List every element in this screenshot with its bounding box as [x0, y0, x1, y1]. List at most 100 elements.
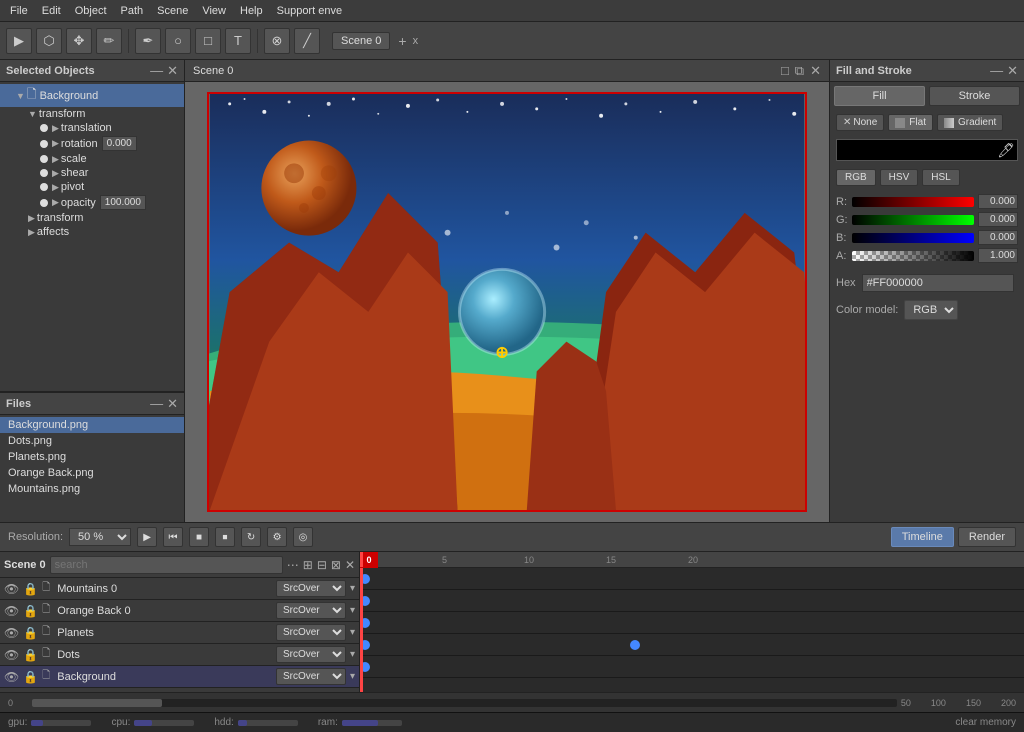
- tl-layer-planets[interactable]: 👁 🔒 🗋 Planets SrcOver ▾: [0, 622, 359, 644]
- menu-help[interactable]: Help: [234, 3, 269, 19]
- effects-arrow[interactable]: ▶: [28, 227, 35, 238]
- tree-item-transform[interactable]: ▼ transform: [0, 107, 184, 121]
- menu-scene[interactable]: Scene: [151, 3, 194, 19]
- file-planets[interactable]: Planets.png: [0, 449, 184, 465]
- file-mountains[interactable]: Mountains.png: [0, 481, 184, 497]
- tl-layer-mountains[interactable]: 👁 🔒 🗋 Mountains 0 SrcOver ▾: [0, 578, 359, 600]
- render-button[interactable]: Render: [958, 527, 1016, 547]
- tl-more-icon[interactable]: ⋯: [287, 558, 299, 572]
- minimize-icon[interactable]: —: [150, 63, 163, 79]
- tree-item-translation[interactable]: ▶ translation: [0, 121, 184, 135]
- r-slider[interactable]: [852, 197, 974, 207]
- hsl-tab[interactable]: HSL: [922, 169, 959, 186]
- file-dots[interactable]: Dots.png: [0, 433, 184, 449]
- tl-layer-dots[interactable]: 👁 🔒 🗋 Dots SrcOver ▾: [0, 644, 359, 666]
- blend-arrow-dots[interactable]: ▾: [350, 649, 355, 660]
- loop-button[interactable]: ↻: [241, 527, 261, 547]
- node-tool[interactable]: ⬡: [36, 28, 62, 54]
- tl-close-icon[interactable]: ✕: [345, 558, 355, 572]
- clear-memory-button[interactable]: clear memory: [955, 717, 1016, 728]
- opacity-arrow[interactable]: ▶: [52, 197, 59, 208]
- maximize-icon[interactable]: □: [781, 63, 789, 79]
- rotation-value[interactable]: 0.000: [102, 136, 137, 151]
- files-close-icon[interactable]: ✕: [167, 396, 178, 412]
- tl-expand-icon[interactable]: ⊞: [303, 558, 313, 572]
- circle-tool[interactable]: ○: [165, 28, 191, 54]
- menu-file[interactable]: File: [4, 3, 34, 19]
- none-btn[interactable]: ✕ None: [836, 114, 884, 131]
- paint-tool[interactable]: ╱: [294, 28, 320, 54]
- g-slider[interactable]: [852, 215, 974, 225]
- target-tool[interactable]: ⊗: [264, 28, 290, 54]
- keyframe-dots-1[interactable]: [630, 640, 640, 650]
- file-background[interactable]: Background.png: [0, 417, 184, 433]
- menu-object[interactable]: Object: [69, 3, 113, 19]
- close-scene-button[interactable]: x: [413, 35, 419, 47]
- te-arrow[interactable]: ▶: [28, 213, 35, 224]
- float-icon[interactable]: ⧉: [795, 63, 804, 79]
- blend-arrow-bg[interactable]: ▾: [350, 671, 355, 682]
- blend-background[interactable]: SrcOver: [276, 668, 346, 685]
- color-preview[interactable]: 🖊: [836, 139, 1018, 161]
- b-slider[interactable]: [852, 233, 974, 243]
- tree-item-shear[interactable]: ▶ shear: [0, 166, 184, 180]
- canvas-tab[interactable]: Scene 0: [193, 65, 233, 77]
- tl-layer-background[interactable]: 👁 🔒 🗋 Background SrcOver ▾: [0, 666, 359, 688]
- translation-arrow[interactable]: ▶: [52, 123, 59, 134]
- pencil-tool[interactable]: ✒: [135, 28, 161, 54]
- settings-button[interactable]: ⚙: [267, 527, 287, 547]
- r-value-input[interactable]: [978, 194, 1018, 209]
- close-icon[interactable]: ✕: [167, 63, 178, 79]
- a-slider[interactable]: [852, 251, 974, 261]
- rect-tool[interactable]: □: [195, 28, 221, 54]
- canvas-viewport[interactable]: ⊕: [185, 82, 829, 522]
- add-scene-button[interactable]: +: [398, 33, 406, 49]
- files-minimize-icon[interactable]: —: [150, 396, 163, 412]
- blend-orange[interactable]: SrcOver: [276, 602, 346, 619]
- tree-item-background[interactable]: ▼ 🗋 Background: [0, 84, 184, 107]
- timeline-button[interactable]: Timeline: [891, 527, 954, 547]
- tree-item-pivot[interactable]: ▶ pivot: [0, 180, 184, 194]
- record-button[interactable]: ■: [189, 527, 209, 547]
- pen-tool[interactable]: ✏: [96, 28, 122, 54]
- visibility-icon-planets[interactable]: 👁: [4, 626, 19, 640]
- tree-item-transform-effects[interactable]: ▶ transform: [0, 211, 184, 225]
- render-settings-button[interactable]: ◎: [293, 527, 313, 547]
- b-value-input[interactable]: [978, 230, 1018, 245]
- progress-track[interactable]: [32, 699, 897, 707]
- blend-mountains[interactable]: SrcOver: [276, 580, 346, 597]
- eyedropper-icon[interactable]: 🖊: [997, 142, 1015, 159]
- rgb-tab[interactable]: RGB: [836, 169, 876, 186]
- lock-icon-bg[interactable]: 🔒: [23, 670, 38, 684]
- hsv-tab[interactable]: HSV: [880, 169, 919, 186]
- blend-arrow-planets[interactable]: ▾: [350, 627, 355, 638]
- menu-path[interactable]: Path: [115, 3, 150, 19]
- visibility-icon-mountains[interactable]: 👁: [4, 582, 19, 596]
- visibility-icon-dots[interactable]: 👁: [4, 648, 19, 662]
- stroke-tab[interactable]: Stroke: [929, 86, 1020, 106]
- hex-input[interactable]: [862, 274, 1014, 292]
- flat-btn[interactable]: Flat: [888, 114, 933, 131]
- tree-item-scale[interactable]: ▶ scale: [0, 152, 184, 166]
- menu-edit[interactable]: Edit: [36, 3, 67, 19]
- select-tool[interactable]: ▶: [6, 28, 32, 54]
- text-tool[interactable]: T: [225, 28, 251, 54]
- scene-tab[interactable]: Scene 0: [332, 32, 390, 50]
- blend-arrow-orange[interactable]: ▾: [350, 605, 355, 616]
- blend-dots[interactable]: SrcOver: [276, 646, 346, 663]
- fs-close-icon[interactable]: ✕: [1007, 63, 1018, 79]
- visibility-icon-orange[interactable]: 👁: [4, 604, 19, 618]
- opacity-value[interactable]: 100.000: [100, 195, 146, 210]
- pivot-arrow[interactable]: ▶: [52, 182, 59, 193]
- transform-arrow[interactable]: ▼: [28, 109, 37, 119]
- tl-settings-icon[interactable]: ⊠: [331, 558, 341, 572]
- color-model-select[interactable]: RGB HSV HSL: [904, 300, 958, 320]
- a-value-input[interactable]: [978, 248, 1018, 263]
- blend-planets[interactable]: SrcOver: [276, 624, 346, 641]
- tree-item-opacity[interactable]: ▶ opacity 100.000: [0, 194, 184, 211]
- resolution-select[interactable]: 50 % 100 % 25 %: [69, 528, 131, 546]
- tl-layer-orange[interactable]: 👁 🔒 🗋 Orange Back 0 SrcOver ▾: [0, 600, 359, 622]
- fill-tab[interactable]: Fill: [834, 86, 925, 106]
- play-button[interactable]: ▶: [137, 527, 157, 547]
- canvas-close-icon[interactable]: ✕: [810, 63, 821, 79]
